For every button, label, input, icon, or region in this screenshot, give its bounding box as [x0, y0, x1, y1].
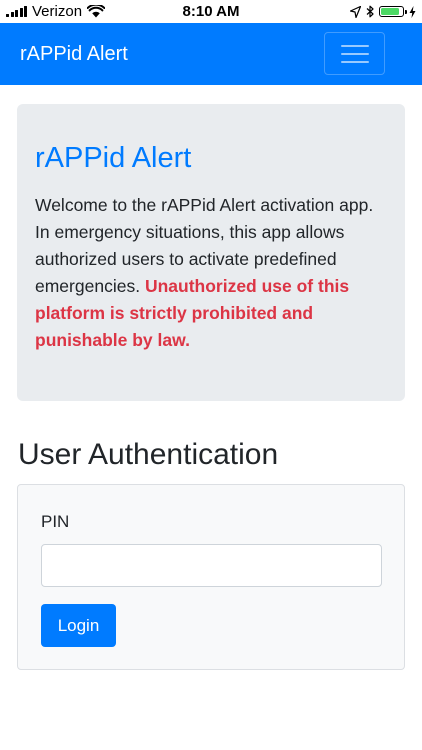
- battery-icon: [379, 6, 407, 17]
- pin-input[interactable]: [41, 544, 382, 587]
- charging-icon: [409, 5, 416, 18]
- navbar: rAPPid Alert: [0, 23, 422, 85]
- navbar-brand[interactable]: rAPPid Alert: [20, 23, 128, 85]
- auth-card: PIN Login: [17, 484, 405, 670]
- pin-label: PIN: [41, 512, 70, 531]
- battery-nub: [405, 10, 407, 14]
- navbar-toggler-button[interactable]: [324, 32, 385, 75]
- battery-fill: [381, 8, 399, 15]
- welcome-jumbotron: rAPPid Alert Welcome to the rAPPid Alert…: [17, 104, 405, 401]
- jumbotron-title: rAPPid Alert: [35, 142, 192, 174]
- location-icon: [350, 5, 361, 18]
- bluetooth-icon: [366, 5, 374, 18]
- status-right: [350, 3, 416, 20]
- auth-heading: User Authentication: [18, 438, 279, 471]
- login-button[interactable]: Login: [41, 604, 116, 647]
- status-bar: Verizon 8:10 AM: [0, 0, 422, 23]
- welcome-text: Welcome to the rAPPid Alert activation a…: [35, 192, 387, 354]
